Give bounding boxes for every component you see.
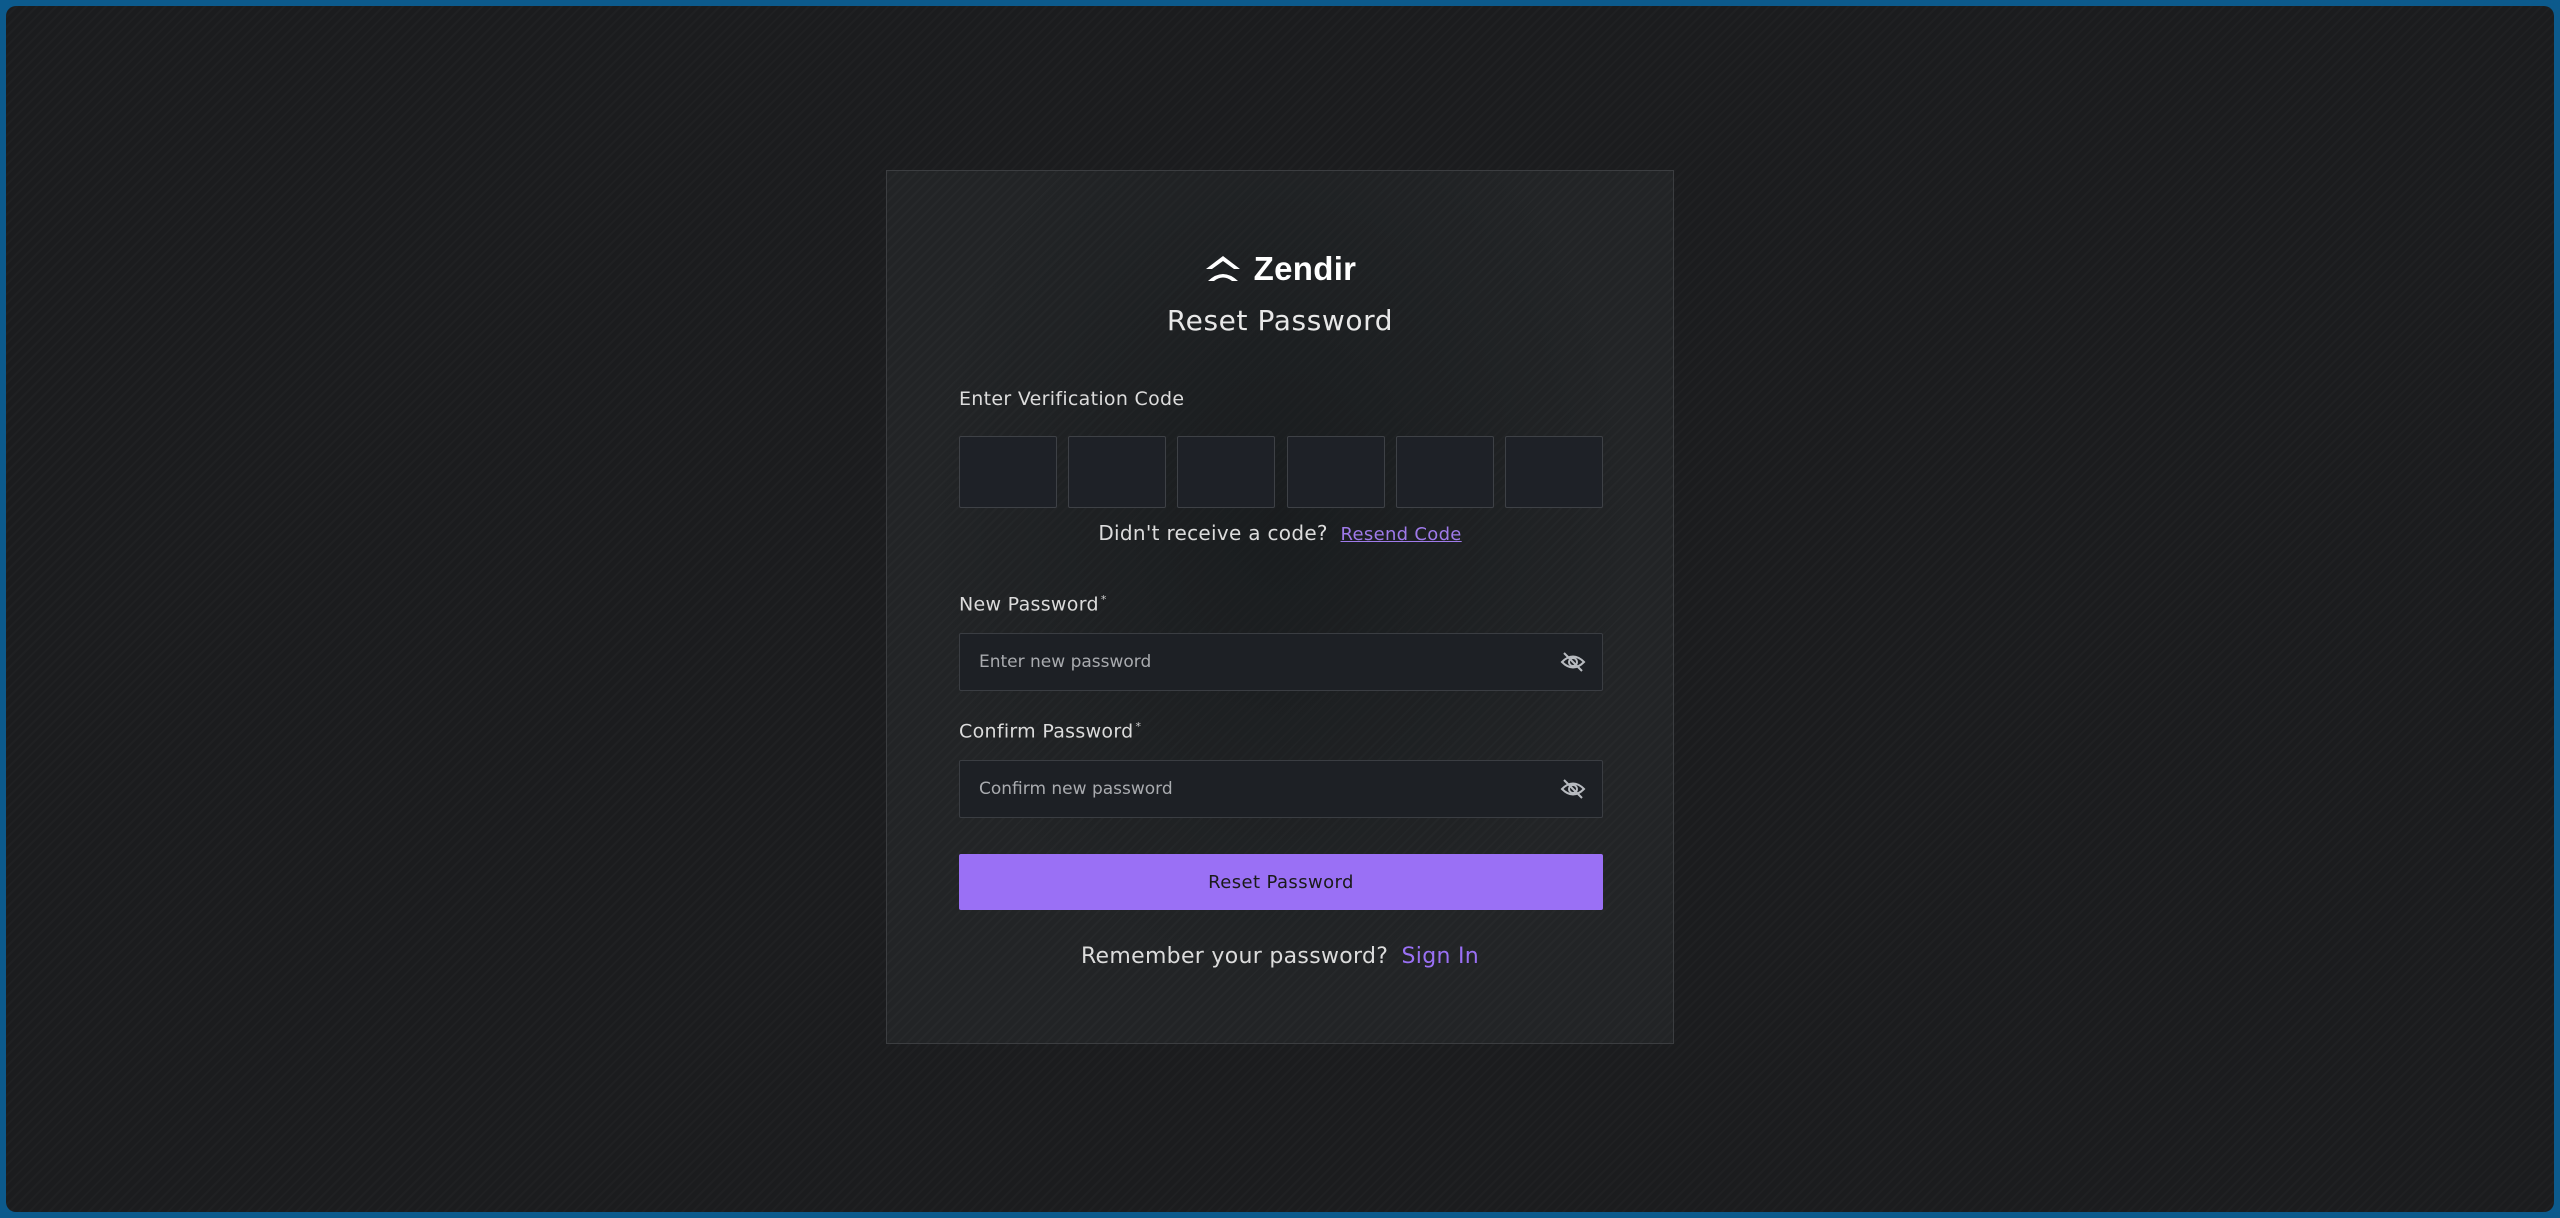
brand-name: Zendir: [1253, 250, 1357, 287]
signin-prompt: Remember your password?: [1080, 944, 1389, 969]
resend-code-row: Didn't receive a code? Resend Code: [887, 521, 1673, 545]
resend-code-link[interactable]: Resend Code: [1341, 524, 1462, 545]
page-title: Reset Password: [1166, 304, 1394, 337]
eye-off-icon[interactable]: [1560, 778, 1586, 800]
new-password-label: New Password *: [959, 593, 1107, 615]
new-password-input[interactable]: [960, 634, 1520, 690]
resend-prompt: Didn't receive a code?: [1098, 521, 1328, 545]
required-marker: *: [1100, 593, 1107, 606]
verification-code-inputs: [959, 436, 1603, 508]
code-digit-1[interactable]: [959, 436, 1057, 508]
confirm-password-label-text: Confirm Password: [959, 720, 1134, 743]
code-digit-6[interactable]: [1504, 436, 1603, 508]
reset-password-button[interactable]: Reset Password: [959, 854, 1603, 910]
confirm-password-field: [959, 760, 1603, 818]
signin-link[interactable]: Sign In: [1402, 944, 1480, 969]
verification-code-label: Enter Verification Code: [959, 388, 1185, 410]
code-digit-5[interactable]: [1395, 436, 1494, 508]
confirm-password-input[interactable]: [960, 761, 1520, 817]
eye-off-icon[interactable]: [1560, 651, 1586, 673]
app-background: Zendir Reset Password Enter Verification…: [6, 6, 2554, 1212]
zendir-logo-icon: [1205, 256, 1240, 281]
code-digit-4[interactable]: [1286, 436, 1385, 508]
confirm-password-label: Confirm Password *: [959, 720, 1141, 742]
new-password-label-text: New Password: [959, 593, 1099, 616]
code-digit-2[interactable]: [1068, 436, 1167, 508]
code-digit-3[interactable]: [1177, 436, 1276, 508]
reset-password-card: Zendir Reset Password Enter Verification…: [886, 170, 1674, 1044]
new-password-field: [959, 633, 1603, 691]
brand-logo: Zendir: [887, 250, 1673, 287]
required-marker: *: [1135, 720, 1142, 733]
signin-row: Remember your password? Sign In: [887, 944, 1673, 969]
